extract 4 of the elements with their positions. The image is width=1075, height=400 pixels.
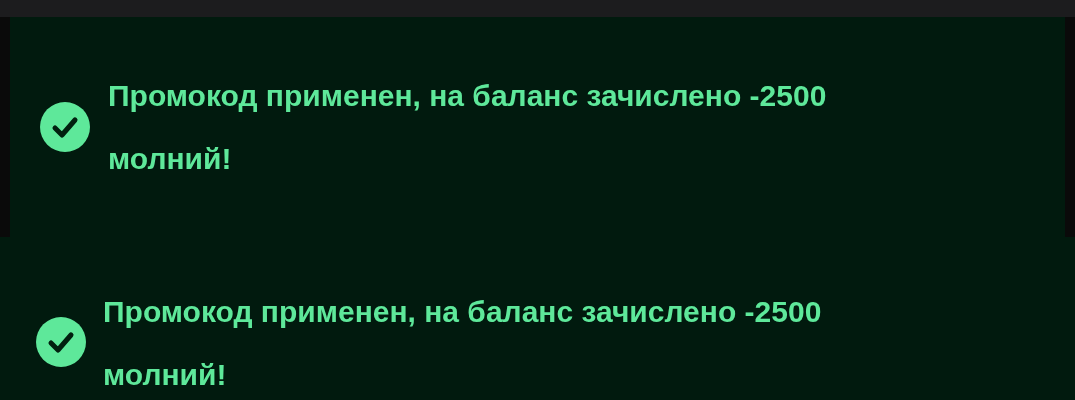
toast-message: Промокод применен, на баланс зачислено -2500 молний! xyxy=(108,78,828,177)
toast-message: Промокод применен, на баланс зачислено -2500 молний! xyxy=(103,294,823,393)
check-circle-icon xyxy=(36,317,86,367)
check-circle-icon xyxy=(40,102,90,152)
